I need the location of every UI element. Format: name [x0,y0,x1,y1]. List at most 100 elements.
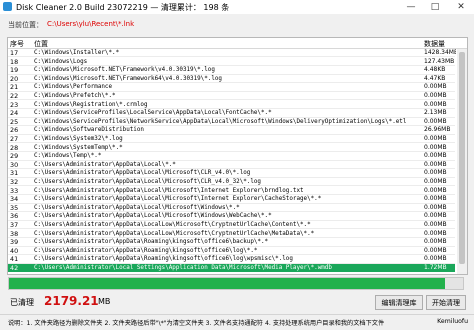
row-number: 24 [10,109,19,118]
table-row[interactable]: 26 C:\Windows\SoftwareDistribution 26.96MB [8,126,455,135]
table-row[interactable]: 34 C:\Users\Administrator\AppData\Local\M… [8,195,455,204]
row-size: 0.00MB [424,92,447,99]
table-row[interactable]: 35 C:\Users\Administrator\AppData\Local\M… [8,204,455,213]
table-row[interactable]: 17 C:\Windows\Installer\*.* 1428.34MB [8,49,456,58]
row-number: 27 [10,135,19,143]
table-row[interactable]: 25 C:\Windows\ServiceProfiles\NetworkServ… [8,117,455,127]
row-size: 0.00MB [424,143,447,151]
table-row[interactable]: 29 C:\Windows\Temp\*.* 0.00MB [8,152,455,161]
table-row[interactable]: 21 C:\Windows\Performance 0.00MB [8,83,455,92]
app-icon [3,2,12,11]
column-header-path[interactable]: 位置 [34,39,48,49]
row-path: C:\Windows\ServiceProfiles\LocalService\… [34,110,272,117]
table-row[interactable]: 20 C:\Windows\Microsoft.NET\Framework64\v… [8,74,455,84]
scrollbar-thumb[interactable] [459,52,465,264]
minimize-button[interactable]: — [400,0,422,14]
progress-fill [9,278,445,289]
row-size: 0.00MB [424,229,447,237]
row-size: 2.13MB [424,109,447,117]
row-path: C:\Windows\Installer\*.* [34,50,120,56]
vertical-scrollbar[interactable] [457,49,467,274]
row-path: C:\Windows\SystemTemp\*.* [34,144,123,151]
row-size: 0.00MB [424,186,447,194]
table-row[interactable]: 30 C:\Users\Administrator\AppData\Local\*… [8,160,455,170]
row-number: 30 [10,160,19,169]
column-header-size[interactable]: 数据量 [424,39,445,49]
row-size: 0.00MB [424,246,447,254]
bottom-panel: 已清理 2179.21 MB 编辑清理库 开始清理 说明：1. 文件夹路径为删除… [0,275,474,329]
row-number: 42 [10,264,19,272]
row-number: 41 [10,255,19,264]
table-row[interactable]: 40 C:\Users\Administrator\AppData\Roaming… [8,246,455,256]
status-author: Kemiluofu [437,318,468,325]
row-number: 21 [10,83,19,92]
row-path: C:\Users\Administrator\AppData\Local\Mic… [34,179,261,185]
table-row[interactable]: 27 C:\Windows\System32\*.log 0.00MB [8,135,455,144]
table-row[interactable]: 37 C:\Users\Administrator\AppData\LocalLo… [8,221,455,230]
row-number: 29 [10,152,19,161]
cleanup-list[interactable]: 序号 位置 数据量 17 C:\Windows\Installer\*.* 1428… [7,37,468,275]
row-path: C:\Users\Administrator\AppData\LocalLow\… [34,230,315,237]
row-size: 0.00MB [424,160,447,168]
row-number: 34 [10,195,19,204]
row-size: 0.00MB [424,238,447,246]
status-bar: 说明：1. 文件夹路径为删除文件夹 2. 文件夹路径后带"\*"为清空文件夹 3… [0,314,474,330]
row-path: C:\Users\Administrator\AppData\Local\Mic… [34,213,272,220]
row-number: 25 [10,117,19,126]
row-number: 23 [10,100,19,109]
row-size: 127.43MB [424,57,455,65]
table-row[interactable]: 32 C:\Users\Administrator\AppData\Local\M… [8,178,455,187]
table-row[interactable]: 19 C:\Windows\Microsoft.NET\Framework\v4.… [8,66,455,75]
row-path: C:\Users\Administrator\AppData\Roaming\k… [34,256,293,263]
table-row[interactable]: 41 C:\Users\Administrator\AppData\Roaming… [8,255,455,264]
row-path: C:\Users\Administrator\AppData\LocalLow\… [34,222,311,228]
row-path: C:\Windows\SoftwareDistribution [34,127,144,134]
table-row[interactable]: 18 C:\Windows\Logs 127.43MB [8,58,455,66]
table-row[interactable]: 33 C:\Users\Administrator\AppData\Local\M… [8,187,455,195]
row-path: C:\Users\Administrator\AppData\Local\Mic… [34,187,304,194]
table-row[interactable]: 23 C:\Windows\Registration\*.crmlog 0.00MB [8,101,455,109]
title-bar: Disk Cleaner 2.0 Build 23072219 — 清理累计： … [0,0,474,14]
cleaned-unit: MB [98,297,111,306]
cleaned-value: 2179.21 [44,294,99,308]
edit-library-button[interactable]: 编辑清理库 [375,295,423,310]
row-number: 17 [10,49,19,57]
row-path: C:\Windows\Logs [34,58,88,65]
progress-bar [8,277,464,290]
close-button[interactable]: ✕ [450,0,472,14]
table-row[interactable]: 28 C:\Windows\SystemTemp\*.* 0.00MB [8,144,455,152]
row-number: 26 [10,126,19,135]
column-header-no[interactable]: 序号 [10,39,24,49]
row-path: C:\Users\Administrator\AppData\Local\*.* [34,161,176,168]
table-row[interactable]: 38 C:\Users\Administrator\AppData\LocalLo… [8,230,455,238]
table-row[interactable]: 24 C:\Windows\ServiceProfiles\LocalServic… [8,109,455,118]
row-number: 32 [10,178,19,186]
row-size: 1.72MB [424,264,447,271]
row-path: C:\Users\Administrator\AppData\Roaming\k… [34,247,258,254]
table-row[interactable]: 31 C:\Users\Administrator\AppData\Local\M… [8,169,455,178]
list-header: 序号 位置 数据量 [8,38,467,49]
row-size: 0.00MB [424,100,447,108]
row-size: 0.00MB [424,117,447,125]
row-size: 4.47KB [424,74,446,82]
row-path: C:\Windows\Microsoft.NET\Framework\v4.0.… [34,67,215,74]
row-number: 36 [10,212,19,221]
row-path: C:\Windows\Temp\*.* [34,153,102,160]
table-row[interactable]: 36 C:\Users\Administrator\AppData\Local\M… [8,212,455,221]
table-row[interactable]: 42 C:\Users\Administrator\Local Settings\… [8,264,455,273]
row-path: C:\Windows\Microsoft.NET\Framework64\v4.… [34,75,222,82]
status-text: 说明：1. 文件夹路径为删除文件夹 2. 文件夹路径后带"\*"为清空文件夹 3… [8,320,385,327]
row-path: C:\Windows\ServiceProfiles\NetworkServic… [34,118,407,125]
row-size: 1428.34MB [424,49,456,56]
table-row[interactable]: 22 C:\Windows\Prefetch\*.* 0.00MB [8,92,455,101]
row-size: 0.00MB [424,83,447,91]
start-clean-button[interactable]: 开始清理 [426,295,466,310]
row-number: 28 [10,143,19,152]
row-number: 39 [10,238,19,247]
maximize-button[interactable]: □ [424,0,446,14]
row-size: 4.48KB [424,66,446,74]
row-size: 0.00MB [424,221,447,228]
row-size: 0.00MB [424,135,447,142]
table-row[interactable]: 39 C:\Users\Administrator\AppData\Roaming… [8,238,455,247]
row-path: C:\Windows\Prefetch\*.* [34,93,116,99]
